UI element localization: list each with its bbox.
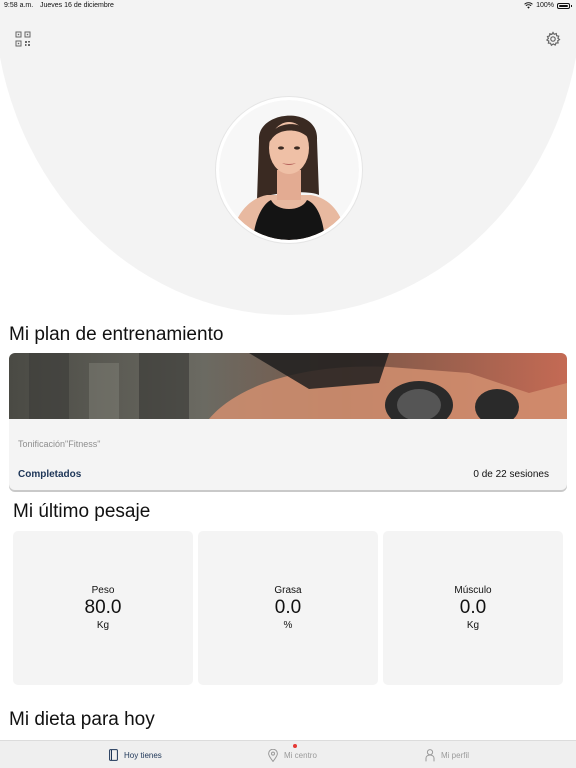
battery-icon <box>557 2 572 9</box>
tab-mi-perfil[interactable]: Mi perfil <box>425 741 469 768</box>
training-plan-image <box>9 353 567 419</box>
completed-label: Completados <box>18 469 82 480</box>
fat-unit: % <box>283 620 293 631</box>
status-right: 100% <box>524 2 572 9</box>
profile-photo <box>219 100 359 240</box>
muscle-unit: Kg <box>466 620 480 631</box>
avatar[interactable] <box>216 97 362 243</box>
status-bar: 9:58 a.m. Jueves 16 de diciembre 100% <box>0 0 576 12</box>
fat-value: 0.0 <box>274 597 302 618</box>
training-plan-title: Mi plan de entrenamiento <box>9 324 224 345</box>
person-icon <box>425 748 435 761</box>
tab-bar: Hoy tienes Mi centro Mi perfil <box>0 740 576 768</box>
fat-label: Grasa <box>274 585 302 596</box>
weight-label: Peso <box>91 585 115 596</box>
qr-code-icon[interactable] <box>15 31 31 47</box>
tab-label-hoy-tienes: Hoy tienes <box>124 750 162 760</box>
weight-value: 80.0 <box>84 597 122 618</box>
weigh-in-title: Mi último pesaje <box>13 501 151 522</box>
muscle-label: Músculo <box>454 585 492 596</box>
muscle-value: 0.0 <box>459 597 487 618</box>
location-pin-icon <box>268 748 278 762</box>
battery-percent: 100% <box>536 2 554 9</box>
tab-label-mi-perfil: Mi perfil <box>441 750 470 760</box>
status-time: 9:58 a.m. <box>4 2 34 9</box>
sessions-count: 0 de 22 sesiones <box>473 469 549 480</box>
weight-unit: Kg <box>96 620 110 631</box>
status-date: Jueves 16 de diciembre <box>40 2 114 9</box>
training-plan-card[interactable]: Tonificación"Fitness" Completados 0 de 2… <box>9 353 567 490</box>
tab-label-mi-centro: Mi centro <box>284 750 317 760</box>
fat-card[interactable]: Grasa 0.0 % <box>198 531 378 685</box>
notification-badge <box>293 744 297 748</box>
book-icon <box>109 749 118 761</box>
diet-title: Mi dieta para hoy <box>9 709 155 730</box>
muscle-card[interactable]: Músculo 0.0 Kg <box>383 531 563 685</box>
gear-icon[interactable] <box>545 31 561 47</box>
plan-name: Tonificación"Fitness" <box>18 439 101 449</box>
wifi-icon <box>524 2 533 9</box>
tab-hoy-tienes[interactable]: Hoy tienes <box>109 741 162 768</box>
home-screen: 9:58 a.m. Jueves 16 de diciembre 100% Mi… <box>0 0 576 768</box>
weight-card[interactable]: Peso 80.0 Kg <box>13 531 193 685</box>
